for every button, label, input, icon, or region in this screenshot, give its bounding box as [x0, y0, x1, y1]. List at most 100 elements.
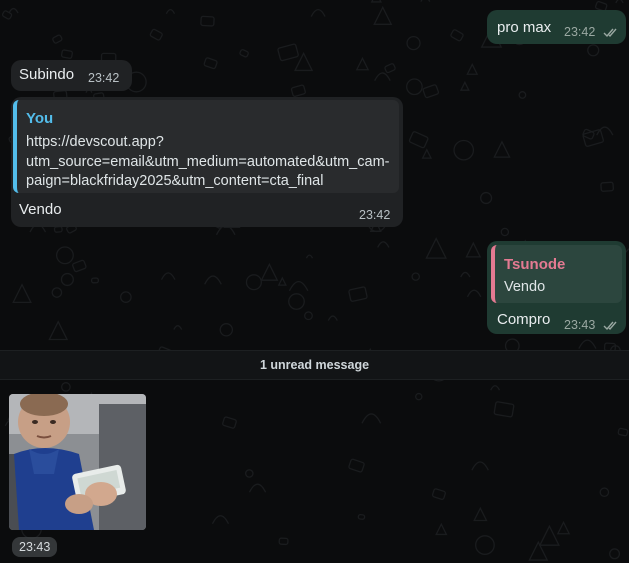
wallpaper-doodle: [475, 535, 495, 555]
wallpaper-doodle: [90, 277, 99, 284]
message-text: Compro: [497, 311, 551, 328]
reply-quote[interactable]: You https://devscout.app? utm_source=ema…: [13, 100, 399, 193]
wallpaper-doodle: [149, 28, 163, 41]
wallpaper-doodle: [465, 241, 482, 258]
photo-message-time: 23:43: [12, 537, 58, 557]
wallpaper-doodle: [55, 246, 74, 265]
wallpaper-doodle: [305, 254, 314, 259]
wallpaper-doodle: [493, 401, 515, 418]
double-check-icon: [603, 321, 617, 331]
wallpaper-doodle: [406, 35, 421, 51]
wallpaper-doodle: [239, 49, 249, 58]
reply-text-line: utm_source=email&utm_medium=automated&ut…: [26, 153, 390, 170]
wallpaper-doodle: [415, 392, 423, 401]
unread-messages-divider: 1 unread message: [0, 350, 629, 380]
wallpaper-doodle: [370, 0, 382, 3]
photo-thumbnail: [9, 394, 146, 530]
message-outgoing-pro-max[interactable]: pro max 23:42: [487, 10, 626, 44]
wallpaper-doodle: [53, 225, 63, 233]
reply-text-line: paign=blackfriday2025&utm_content=cta_fi…: [26, 173, 324, 189]
wallpaper-doodle: [453, 139, 475, 161]
wallpaper-doodle: [374, 72, 391, 82]
photo-message[interactable]: [9, 394, 146, 530]
wallpaper-doodle: [61, 382, 71, 392]
reply-author: Tsunode: [504, 256, 566, 273]
wallpaper-doodle: [290, 84, 306, 97]
wallpaper-doodle: [1, 10, 13, 20]
message-time: 23:42: [359, 208, 391, 222]
wallpaper-doodle: [245, 469, 254, 478]
message-time: 23:43: [564, 318, 596, 332]
wallpaper-doodle: [203, 57, 218, 70]
wallpaper-doodle: [490, 385, 501, 391]
wallpaper-doodle: [173, 325, 183, 330]
wallpaper-doodle: [278, 537, 289, 546]
wallpaper-doodle: [431, 488, 446, 500]
wallpaper-doodle: [48, 320, 69, 341]
wallpaper-doodle: [538, 524, 560, 546]
wallpaper-doodle: [596, 126, 614, 136]
wallpaper-doodle: [357, 513, 366, 520]
wallpaper-doodle: [248, 483, 267, 493]
wallpaper-doodle: [466, 62, 479, 75]
wallpaper-doodle: [500, 227, 510, 237]
wallpaper-doodle: [600, 181, 614, 192]
wallpaper-doodle: [245, 274, 262, 291]
wallpaper-doodle: [420, 0, 431, 2]
wallpaper-doodle: [373, 5, 393, 25]
wallpaper-doodle: [277, 43, 299, 62]
wallpaper-doodle: [466, 289, 482, 298]
wallpaper-doodle: [348, 458, 365, 473]
wallpaper-doodle: [288, 293, 305, 310]
wallpaper-doodle: [384, 63, 396, 74]
message-outgoing-compro-reply[interactable]: Tsunode Vendo Compro 23:43: [487, 241, 626, 334]
wallpaper-doodle: [52, 34, 63, 44]
wallpaper-doodle: [408, 131, 429, 149]
wallpaper-doodle: [348, 286, 368, 302]
wallpaper-doodle: [411, 272, 421, 281]
wallpaper-doodle: [493, 140, 511, 158]
wallpaper-doodle: [211, 515, 230, 525]
wallpaper-doodle: [471, 461, 489, 471]
wallpaper-doodle: [327, 315, 338, 321]
wallpaper-doodle: [615, 0, 624, 4]
wallpaper-doodle: [421, 148, 433, 159]
reply-author: You: [26, 110, 54, 127]
wallpaper-doodle: [60, 272, 74, 287]
wallpaper-doodle: [120, 291, 132, 303]
wallpaper-doodle: [460, 271, 471, 278]
wallpaper-doodle: [609, 548, 621, 560]
wallpaper-doodle: [355, 56, 370, 71]
wallpaper-doodle: [310, 8, 326, 17]
wallpaper-doodle: [422, 84, 440, 99]
wallpaper-doodle: [406, 78, 423, 96]
message-text: Subindo: [19, 66, 75, 83]
wallpaper-doodle: [361, 413, 382, 424]
wallpaper-doodle: [450, 29, 464, 42]
wallpaper-doodle: [518, 91, 527, 99]
message-incoming-vendo-reply[interactable]: You https://devscout.app? utm_source=ema…: [11, 97, 403, 227]
message-text: pro max: [497, 19, 552, 36]
reply-text-line: https://devscout.app?: [26, 134, 164, 150]
wallpaper-doodle: [72, 259, 87, 273]
wallpaper-doodle: [60, 49, 73, 59]
message-time: 23:42: [88, 71, 120, 85]
unread-divider-label: 1 unread message: [259, 358, 370, 372]
wallpaper-doodle: [222, 416, 237, 429]
wallpaper-doodle: [12, 283, 32, 304]
wallpaper-doodle: [556, 520, 571, 535]
wallpaper-doodle: [204, 275, 222, 285]
wallpaper-doodle: [165, 9, 176, 15]
wallpaper-doodle: [599, 487, 610, 498]
message-incoming-subindo[interactable]: Subindo 23:42: [11, 60, 132, 91]
message-time: 23:42: [564, 25, 596, 39]
wallpaper-doodle: [160, 272, 176, 280]
wallpaper-doodle: [304, 311, 313, 321]
reply-quote[interactable]: Tsunode Vendo: [491, 245, 622, 303]
wallpaper-doodle: [617, 427, 629, 437]
wallpaper-doodle: [219, 323, 234, 337]
wallpaper-doodle: [288, 280, 309, 292]
wallpaper-doodle: [578, 339, 597, 349]
reply-text: Vendo: [504, 279, 546, 295]
wallpaper-doodle: [473, 506, 488, 522]
